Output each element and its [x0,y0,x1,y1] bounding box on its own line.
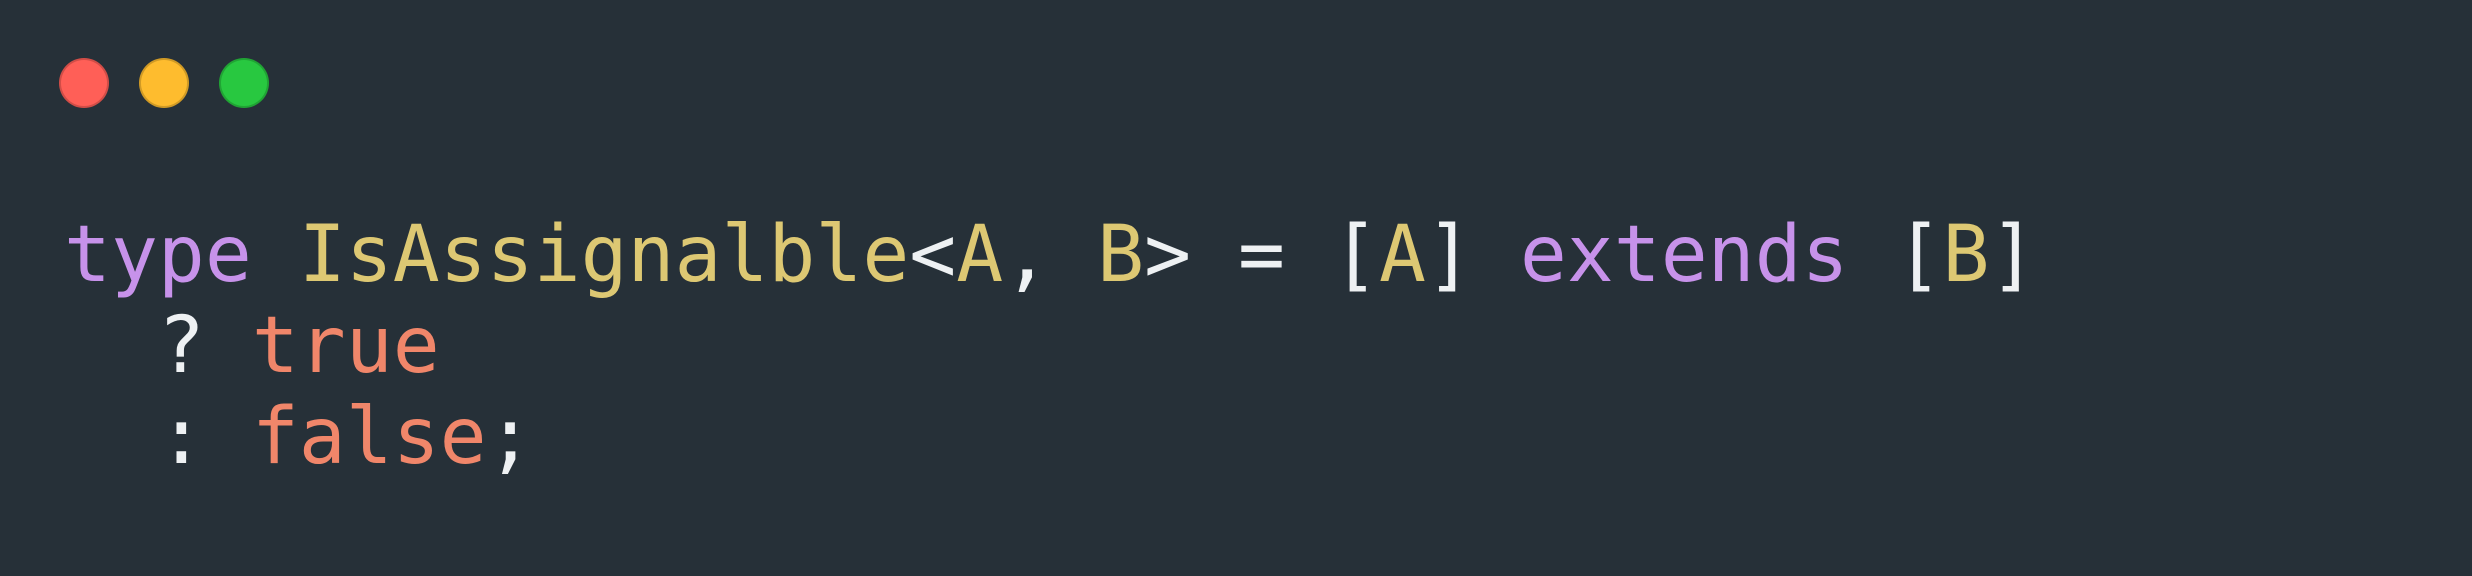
keyword-token: extends [1519,210,1849,300]
code-line-2: ? true [64,301,2036,392]
window-titlebar [0,0,2472,160]
type-param-token: A [956,210,1004,300]
literal-token: false [251,392,487,482]
type-name-token: IsAssignalble [298,210,910,300]
punctuation-token: > = [ [1144,210,1379,300]
code-line-3: : false; [64,392,2036,483]
punctuation-token: < [909,210,957,300]
keyword-token: type [64,210,252,300]
punctuation-token: ] [1989,210,2037,300]
type-param-token: A [1378,210,1426,300]
minimize-button[interactable] [139,58,189,108]
code-block: type IsAssignalble<A, B> = [A] extends [… [64,210,2036,483]
punctuation-token: [ [1848,210,1943,300]
code-line-1: type IsAssignalble<A, B> = [A] extends [… [64,210,2036,301]
punctuation-token: ; [486,392,534,482]
operator-token: : [64,392,252,482]
operator-token: ? [64,301,252,391]
punctuation-token: , [1003,210,1098,300]
type-param-token: B [1097,210,1145,300]
code-window: type IsAssignalble<A, B> = [A] extends [… [0,0,2472,576]
literal-token: true [251,301,440,391]
punctuation-token: ] [1425,210,1520,300]
type-param-token: B [1942,210,1990,300]
maximize-button[interactable] [219,58,269,108]
close-button[interactable] [59,58,109,108]
